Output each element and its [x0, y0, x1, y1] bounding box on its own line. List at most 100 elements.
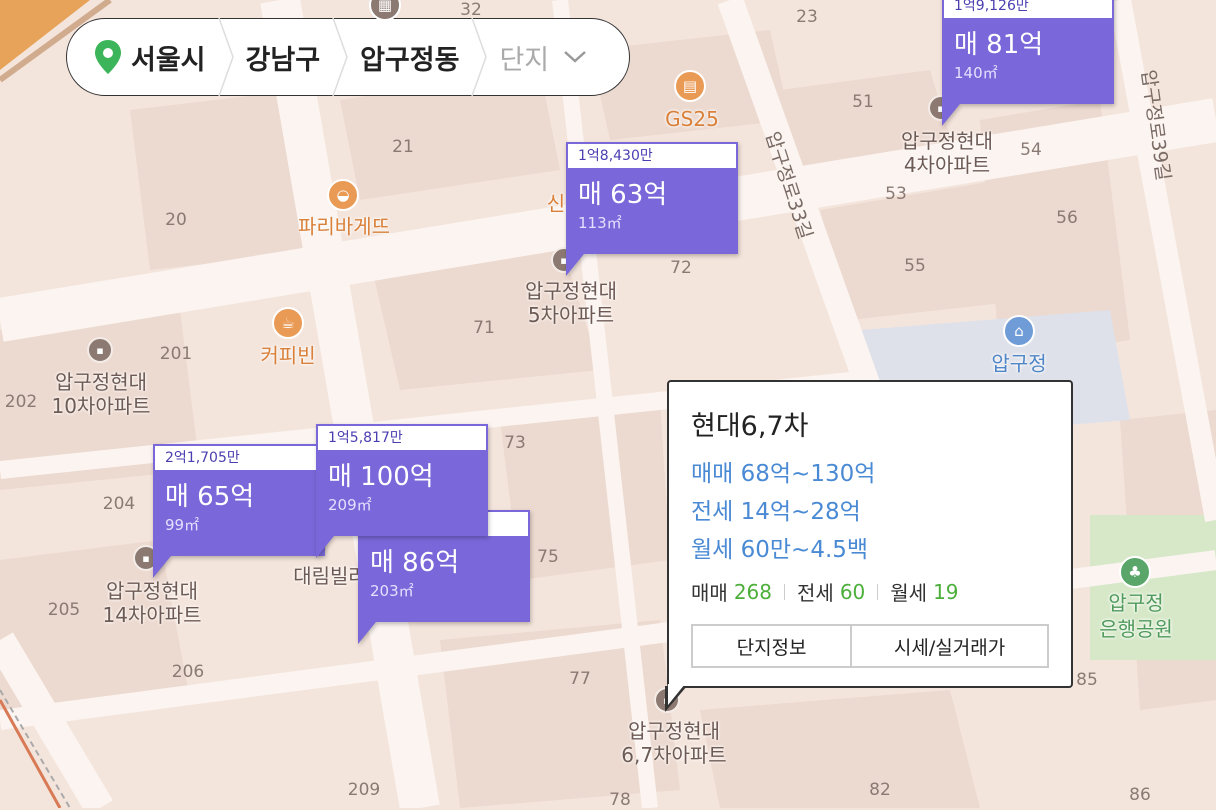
block-number: 77: [569, 669, 591, 689]
convenience-store-icon[interactable]: ▤: [674, 70, 706, 102]
poi-gs25[interactable]: GS25: [665, 107, 719, 131]
divider: [877, 583, 879, 600]
jeonse-count-label: 전세: [797, 581, 834, 605]
marker-area: 99㎡: [165, 516, 200, 534]
building-apgujeong-hyundai-6-7[interactable]: 압구정현대 6,7차아파트: [621, 719, 726, 767]
poi-park-line2: 은행공원: [1099, 617, 1173, 641]
marker-tail: [316, 536, 334, 558]
price-marker[interactable]: 1억5,817만 매 100억 209㎡: [316, 424, 488, 558]
block-number: 209: [347, 780, 381, 800]
building-apgujeong-hyundai-14[interactable]: 압구정현대 14차아파트: [102, 579, 201, 627]
location-pin-icon: [95, 40, 121, 74]
building-apgujeong-hyundai-4[interactable]: 압구정현대 4차아파트: [901, 129, 993, 177]
complex-info-button[interactable]: 단지정보: [691, 624, 853, 668]
cafe-icon[interactable]: ☕: [272, 307, 304, 339]
block-number: 54: [1020, 140, 1042, 160]
marker-tail: [153, 556, 171, 578]
sale-count[interactable]: 268: [734, 580, 772, 604]
poi-apgujeong-office[interactable]: 압구정: [991, 348, 1046, 377]
marker-area: 209㎡: [328, 496, 372, 514]
breadcrumb-dong-label: 압구정동: [360, 44, 460, 76]
chevron-down-icon: [564, 51, 586, 63]
monthly-count-label: 월세: [890, 581, 928, 605]
block-number: 202: [4, 392, 38, 412]
sale-count-label: 매매: [691, 581, 728, 605]
building-name: 6,7차아파트: [621, 743, 727, 767]
block-number: 32: [460, 0, 482, 20]
divider: [784, 583, 785, 600]
jeonse-count[interactable]: 60: [840, 580, 865, 604]
block-number: 53: [885, 184, 907, 204]
building-name: 압구정현대: [525, 279, 617, 303]
block-number: 73: [504, 433, 526, 453]
marker-area: 140㎡: [954, 64, 998, 82]
breadcrumb-city-label: 서울시: [131, 44, 206, 76]
chevron-right-icon: [459, 18, 499, 96]
block-number: 23: [796, 7, 818, 27]
chevron-right-icon: [206, 18, 246, 96]
marker-price: 매 65억: [165, 482, 255, 512]
price-per-pyeong: 1억8,430만: [566, 142, 738, 168]
poi-park-line1: 압구정: [1108, 591, 1164, 615]
breadcrumb-city[interactable]: 서울시: [95, 19, 206, 95]
block-number: 71: [473, 318, 495, 338]
complex-dropdown-label: 단지: [499, 44, 550, 76]
breadcrumb-district[interactable]: 강남구: [246, 19, 321, 95]
popup-sale-range[interactable]: 매매 68억~130억: [691, 455, 1049, 493]
price-marker[interactable]: 1억9,126만 매 81억 140㎡: [942, 0, 1114, 126]
price-per-pyeong: 1억5,817만: [316, 424, 488, 450]
poi-coffeebean[interactable]: 커피빈: [260, 340, 315, 369]
building-apgujeong-hyundai-10[interactable]: 압구정현대 10차아파트: [51, 370, 150, 418]
park-tree-icon[interactable]: ♣: [1119, 556, 1151, 588]
monthly-count[interactable]: 19: [933, 580, 958, 604]
block-number: 205: [47, 600, 81, 620]
price-marker[interactable]: 2억1,705만 매 65억 99㎡: [153, 444, 325, 578]
marker-area: 203㎡: [370, 582, 414, 600]
block-number: 82: [869, 780, 891, 800]
block-number: 21: [392, 137, 414, 157]
block-number: 86: [1129, 785, 1151, 805]
chevron-right-icon: [320, 18, 360, 96]
marker-tail: [566, 254, 584, 276]
block-number: 51: [852, 92, 874, 112]
block-number: 85: [1076, 670, 1098, 690]
public-office-icon[interactable]: ⌂: [1003, 315, 1035, 347]
marker-tail: [942, 104, 960, 126]
building-name: 5차아파트: [527, 303, 615, 327]
popup-monthly-range[interactable]: 월세 60만~4.5백: [691, 531, 1049, 569]
building-name: 압구정현대: [627, 719, 720, 743]
block-number: 20: [165, 210, 187, 230]
bakery-icon[interactable]: ◒: [327, 179, 359, 211]
building-apgujeong-hyundai-5[interactable]: 압구정현대 5차아파트: [525, 279, 617, 327]
building-name: 압구정현대: [106, 579, 198, 603]
breadcrumb-district-label: 강남구: [245, 44, 321, 76]
breadcrumb-dong[interactable]: 압구정동: [360, 19, 459, 95]
complex-dropdown[interactable]: 단지: [499, 19, 587, 95]
poi-paris-baguette[interactable]: 파리바게뜨: [298, 211, 390, 240]
price-per-pyeong: 2억1,705만: [153, 444, 325, 470]
block-number: 55: [904, 256, 926, 276]
block-number: 204: [102, 494, 136, 514]
marker-area: 113㎡: [578, 214, 622, 232]
popup-jeonse-range[interactable]: 전세 14억~28억: [691, 493, 1049, 531]
poi-park[interactable]: 압구정 은행공원: [1099, 590, 1173, 642]
block-number: 75: [537, 547, 559, 567]
marker-price: 매 63억: [578, 180, 668, 210]
building-name: 4차아파트: [903, 153, 991, 177]
poi-partial-label: 신: [546, 191, 566, 216]
block-number: 56: [1056, 208, 1078, 228]
popup-listing-counts: 매매 268 전세 60 월세 19: [691, 577, 1049, 606]
marker-price: 매 100억: [328, 462, 434, 492]
popup-tail-inner: [668, 684, 685, 705]
marker-tail: [358, 622, 376, 644]
block-number: 201: [159, 344, 193, 364]
apartment-pin-icon[interactable]: ▪: [87, 337, 113, 363]
popup-title: 현대6,7차: [691, 411, 809, 442]
block-number: 72: [670, 258, 692, 278]
building-name: 압구정현대: [55, 370, 147, 394]
location-breadcrumb: 서울시 강남구 압구정동 단지: [66, 18, 630, 96]
marker-price: 매 81억: [954, 30, 1044, 60]
price-history-button[interactable]: 시세/실거래가: [852, 624, 1049, 668]
block-number: 78: [609, 790, 631, 810]
complex-info-popup: 현대6,7차 매매 68억~130억 전세 14억~28억 월세 60만~4.5…: [667, 380, 1073, 688]
